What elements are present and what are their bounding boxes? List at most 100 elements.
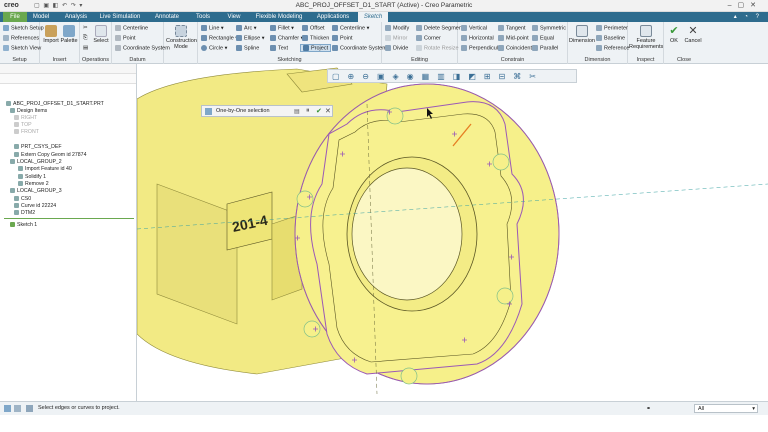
tree-item[interactable]: ABC_PROJ_OFFSET_D1_START.PRT <box>6 101 104 107</box>
selection-list-icon[interactable]: ▤ <box>294 108 300 115</box>
modify-button[interactable]: Modify <box>385 25 409 31</box>
circle-button[interactable]: Circle ▾ <box>201 45 227 51</box>
symmetric-button[interactable]: Symmetric <box>532 25 566 31</box>
palette-button[interactable]: Palette <box>60 25 78 44</box>
sketch-point-button[interactable]: Point <box>332 35 353 41</box>
navigator-tabs[interactable] <box>0 64 136 74</box>
construction-mode-button[interactable]: Construction Mode <box>166 25 197 50</box>
checkmark-icon[interactable]: ✔ <box>316 107 322 115</box>
line-button[interactable]: Line ▾ <box>201 25 224 31</box>
datum-point-button[interactable]: Point <box>115 35 136 41</box>
sketch-centerline-button[interactable]: Centerline ▾ <box>332 25 369 31</box>
selection-filter-icon[interactable]: ⚭ <box>646 405 651 412</box>
datum-plane-icon <box>14 115 19 121</box>
mid-point-button[interactable]: Mid-point <box>498 35 529 41</box>
tab-model[interactable]: Model <box>28 12 54 22</box>
ok-button[interactable]: ✔ OK <box>666 25 682 44</box>
graphics-viewport[interactable]: 201-4 ▢⊕⊖▣◈◉▦▥◨◩⊞⊟⌘✂ One-by-One selectio… <box>137 64 768 401</box>
perimeter-button[interactable]: Perimeter <box>596 25 628 31</box>
tree-item[interactable]: Curve id 22224 <box>14 203 56 209</box>
arc-button[interactable]: Arc ▾ <box>236 25 257 31</box>
tree-item[interactable]: Solidify 1 <box>18 174 46 180</box>
dimension-button[interactable]: Dimension <box>569 25 595 44</box>
tree-item[interactable]: CS0 <box>14 196 31 202</box>
corner-button[interactable]: Corner <box>416 35 441 41</box>
offset-button[interactable]: Offset <box>302 25 325 31</box>
spline-button[interactable]: Spline <box>236 45 259 51</box>
feature-requirements-button[interactable]: Feature Requirements <box>629 25 663 50</box>
tree-item[interactable]: Design Items <box>10 108 47 114</box>
select-button[interactable]: Select <box>92 25 110 44</box>
sketch-setup-button[interactable]: Sketch Setup <box>3 25 44 31</box>
tab-flexible-modeling[interactable]: Flexible Modeling <box>252 12 306 22</box>
datum-coordinate-system-button[interactable]: Coordinate System <box>115 45 170 51</box>
close-icon[interactable]: ✕ <box>325 107 331 115</box>
tree-item[interactable]: LOCAL_GROUP_2 <box>10 159 62 165</box>
tab-live-simulation[interactable]: Live Simulation <box>98 12 142 22</box>
selection-mode-label[interactable]: One-by-One selection <box>216 108 270 114</box>
rotate-resize-button[interactable]: Rotate Resize <box>416 45 459 51</box>
tab-tools[interactable]: Tools <box>192 12 214 22</box>
full-screen-icon[interactable] <box>26 405 33 412</box>
baseline-button[interactable]: Baseline <box>596 35 625 41</box>
tab-applications[interactable]: Applications <box>312 12 354 22</box>
view-toolbar-icons[interactable]: ▢⊕⊖▣◈◉▦▥◨◩⊞⊟⌘✂ <box>332 72 544 81</box>
delete-segment-button[interactable]: Delete Segment <box>416 25 463 31</box>
coincident-button[interactable]: Coincident <box>498 45 532 51</box>
tab-file[interactable]: File <box>3 12 27 22</box>
tree-item[interactable]: TOP <box>14 122 32 128</box>
tree-item[interactable]: Remove 2 <box>18 181 49 187</box>
tree-item[interactable]: LOCAL_GROUP_3 <box>10 188 62 194</box>
cancel-button[interactable]: ✕ Cancel <box>684 25 702 44</box>
tab-annotate[interactable]: Annotate <box>152 12 182 22</box>
horizontal-button[interactable]: Horizontal <box>461 35 494 41</box>
references-button[interactable]: References <box>3 35 39 41</box>
rectangle-button[interactable]: Rectangle ▾ <box>201 35 238 41</box>
window-controls[interactable]: –▢✕ <box>728 1 762 9</box>
tab-sketch[interactable]: Sketch <box>358 12 388 22</box>
modify-icon <box>385 25 391 31</box>
perpendicular-button[interactable]: Perpendicular <box>461 45 503 51</box>
sketch-view-button[interactable]: Sketch View <box>3 45 41 51</box>
tab-view[interactable]: View <box>224 12 244 22</box>
tree-item[interactable]: PRT_CSYS_DEF <box>14 144 62 150</box>
bore-inner <box>351 167 463 301</box>
tree-item[interactable]: Sketch 1 <box>10 222 37 228</box>
insert-indicator[interactable] <box>4 218 134 219</box>
parallel-button[interactable]: Parallel <box>532 45 558 51</box>
tree-item[interactable]: Extern Copy Geom id 27874 <box>14 152 86 158</box>
mirror-button[interactable]: Mirror <box>385 35 407 41</box>
vertical-button[interactable]: Vertical <box>461 25 487 31</box>
selection-mode-icon[interactable] <box>205 108 212 115</box>
divide-button[interactable]: Divide <box>385 45 408 51</box>
tree-item[interactable]: DTM2 <box>14 210 35 216</box>
ribbon-right-controls[interactable]: ▴ ◔ ? <box>734 13 762 20</box>
navigator-toggle-icon[interactable] <box>4 405 11 412</box>
paste-icon[interactable]: ▤ <box>83 45 88 51</box>
fillet-button[interactable]: Fillet ▾ <box>270 25 294 31</box>
divide-icon <box>385 45 391 51</box>
text-button[interactable]: Text <box>270 45 288 51</box>
import-button[interactable]: Import <box>42 25 60 44</box>
tree-item[interactable]: RIGHT <box>14 115 37 121</box>
tangent-button[interactable]: Tangent <box>498 25 526 31</box>
tree-item[interactable]: FRONT <box>14 129 39 135</box>
chamfer-button[interactable]: Chamfer ▾ <box>270 35 303 41</box>
reference-button[interactable]: Reference <box>596 45 629 51</box>
copy-icon[interactable]: ⎘ <box>83 35 87 42</box>
tree-item[interactable]: Import Feature id 40 <box>18 166 72 172</box>
equal-button[interactable]: Equal <box>532 35 554 41</box>
tab-analysis[interactable]: Analysis <box>62 12 90 22</box>
datum-centerline-button[interactable]: Centerline <box>115 25 148 31</box>
browser-toggle-icon[interactable] <box>14 405 21 412</box>
sketch-coordinate-system-button[interactable]: Coordinate System <box>332 45 387 51</box>
text-icon <box>270 45 276 51</box>
project-button[interactable]: Project <box>300 44 332 53</box>
thicken-button[interactable]: Thicken <box>302 35 329 41</box>
pause-icon[interactable]: ⏸ <box>306 107 310 115</box>
ellipse-button[interactable]: Ellipse ▾ <box>236 35 265 41</box>
tree-toolbar[interactable] <box>0 74 136 84</box>
selection-filter-dropdown[interactable]: All ▾ <box>694 404 758 413</box>
chamfer-icon <box>270 35 276 41</box>
cut-icon[interactable]: ✂ <box>83 25 88 31</box>
